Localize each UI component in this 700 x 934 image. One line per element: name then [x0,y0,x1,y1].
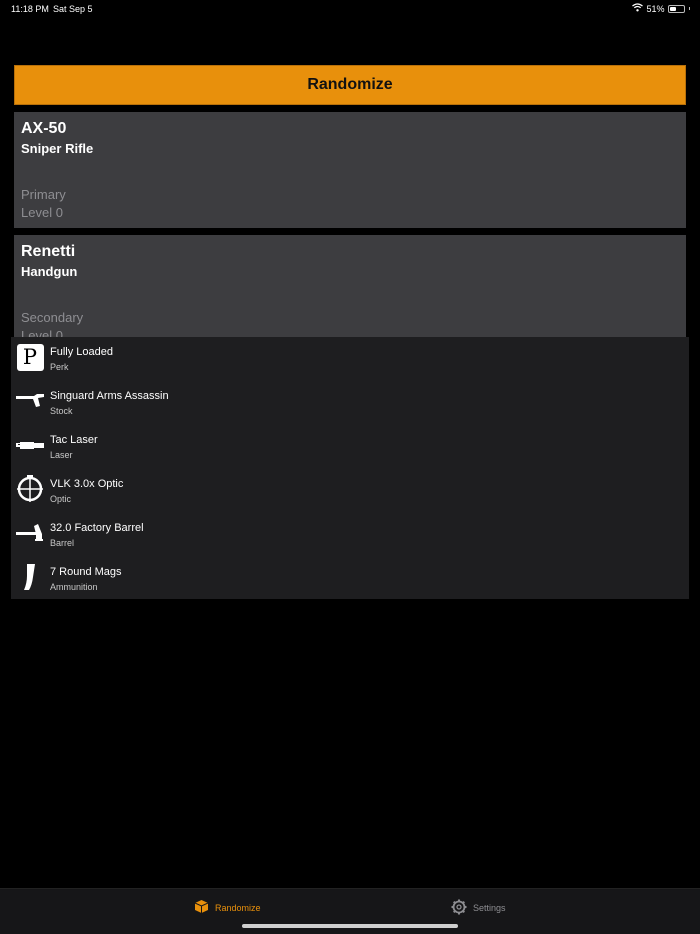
box-icon [194,899,209,916]
attachment-row[interactable]: 32.0 Factory Barrel Barrel [11,513,689,557]
tab-label: Randomize [215,902,261,913]
stock-icon [16,387,44,415]
weapon-type: Handgun [21,264,78,279]
status-indicators: 51% [632,3,690,14]
wifi-icon [632,3,644,14]
attachment-name: Tac Laser [50,434,98,446]
tab-randomize[interactable]: Randomize [194,899,261,916]
battery-cap [688,7,690,10]
gear-icon [451,899,467,917]
perk-badge: P [16,343,44,371]
attachment-name: VLK 3.0x Optic [50,478,124,490]
barrel-icon [16,519,44,547]
attachment-category: Ammunition [50,582,98,592]
weapon-slot: Secondary [21,310,84,325]
attachment-row[interactable]: Singuard Arms Assassin Stock [11,381,689,425]
battery-fill [669,6,677,11]
attachment-row[interactable]: P Fully Loaded Perk [11,337,689,381]
laser-icon [16,431,44,459]
magazine-icon [16,563,44,591]
attachments-popup: P Fully Loaded Perk Singuard Arms Assass… [11,337,689,599]
status-time: 11:18 PM [11,4,49,14]
perk-icon: P [16,343,44,371]
attachment-row[interactable]: VLK 3.0x Optic Optic [11,469,689,513]
primary-weapon-card[interactable]: AX-50 Sniper Rifle Primary Level 0 [14,112,686,228]
status-date: Sat Sep 5 [53,4,93,14]
status-bar: 11:18 PM Sat Sep 5 51% [0,0,700,18]
attachment-name: 7 Round Mags [50,566,122,578]
weapon-name: Renetti [21,243,76,260]
tab-label: Settings [473,903,506,913]
weapon-slot: Primary [21,187,66,202]
secondary-weapon-card[interactable]: Renetti Handgun Secondary Level 0 [14,235,686,343]
attachment-category: Barrel [50,538,75,548]
attachment-row[interactable]: Tac Laser Laser [11,425,689,469]
weapon-level: Level 0 [21,205,63,220]
randomize-button[interactable]: Randomize [14,65,686,105]
attachment-category: Stock [50,406,73,416]
tab-settings[interactable]: Settings [451,899,506,917]
battery-icon [667,4,685,13]
attachment-name: 32.0 Factory Barrel [50,522,144,534]
attachment-category: Laser [50,450,73,460]
weapon-type: Sniper Rifle [21,141,94,156]
home-indicator[interactable] [242,924,458,928]
randomize-button-label: Randomize [307,76,393,93]
attachment-category: Perk [50,362,69,372]
attachment-row[interactable]: 7 Round Mags Ammunition [11,557,689,601]
attachment-name: Singuard Arms Assassin [50,390,169,402]
optic-icon [16,475,44,503]
weapon-name: AX-50 [21,120,67,137]
attachment-name: Fully Loaded [50,346,113,358]
attachment-category: Optic [50,494,72,504]
battery-percent: 51% [646,3,665,14]
